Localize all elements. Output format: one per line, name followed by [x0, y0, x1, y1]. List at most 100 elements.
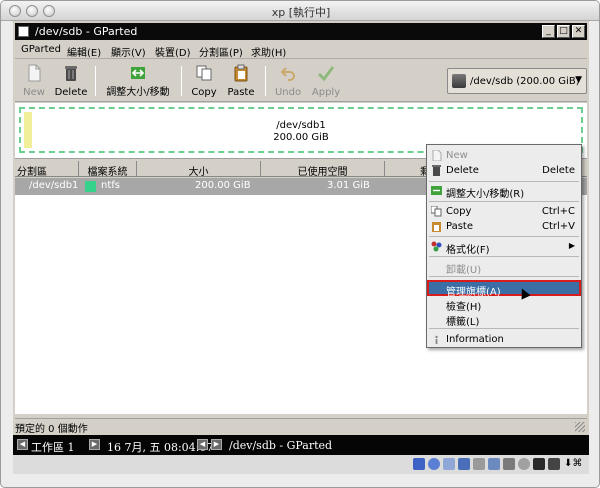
- menu-item-copy[interactable]: Copy Ctrl+C: [427, 204, 581, 219]
- resize-move-button[interactable]: 調整大小/移動: [101, 62, 175, 100]
- usb-icon[interactable]: [458, 458, 470, 470]
- hard-disk-icon[interactable]: [413, 458, 425, 470]
- toolbar-separator: [181, 66, 182, 96]
- paste-label: Paste: [227, 87, 255, 98]
- menu-item-resize-move[interactable]: 調整大小/移動(R): [427, 183, 581, 200]
- row-size: 200.00 GiB: [195, 180, 251, 191]
- window-next-icon[interactable]: ▶: [211, 439, 222, 450]
- toolbar-separator: [95, 66, 96, 96]
- menu-item-information[interactable]: Information: [427, 332, 581, 347]
- menu-item-copy-shortcut: Ctrl+C: [541, 206, 575, 217]
- menu-gparted[interactable]: GParted: [21, 44, 61, 55]
- resize-arrows-icon: [431, 186, 442, 195]
- paste-button[interactable]: Paste: [225, 62, 257, 100]
- row-filesystem: ntfs: [101, 180, 120, 191]
- menu-item-information-label: Information: [446, 334, 504, 345]
- delete-label: Delete: [54, 87, 88, 98]
- copy-button[interactable]: Copy: [189, 62, 219, 100]
- menu-separator: [429, 181, 579, 182]
- menubar: GParted 編輯(E) 顯示(V) 裝置(D) 分割區(P) 求助(H): [15, 41, 587, 59]
- resize-move-label: 調整大小/移動: [106, 87, 170, 98]
- menu-view[interactable]: 顯示(V): [111, 44, 146, 59]
- menu-separator: [429, 328, 579, 329]
- pending-operations-text: 預定的 0 個動作: [15, 424, 88, 435]
- host-key-icon: ⬇⌘: [564, 458, 583, 469]
- copy-label: Copy: [191, 87, 217, 98]
- undo-icon: [280, 67, 295, 81]
- partition-graphic-label: /dev/sdb1 200.00 GiB: [21, 120, 581, 144]
- taskbar: ◀ 工作區 1 ▶ 16 7月, 五 08:04:07 ◀ ▶ /dev/sdb…: [13, 435, 589, 455]
- window-prev-icon[interactable]: ◀: [197, 439, 208, 450]
- menu-help[interactable]: 求助(H): [251, 44, 286, 59]
- partition-graphic-name: /dev/sdb1: [276, 120, 326, 131]
- apply-label: Apply: [311, 87, 341, 98]
- copy-icon: [431, 206, 442, 217]
- column-partition[interactable]: 分割區: [15, 161, 79, 178]
- maximize-icon[interactable]: □: [557, 25, 570, 38]
- partition-graphic-size: 200.00 GiB: [273, 132, 329, 143]
- menu-item-unmount[interactable]: 卸載(U): [427, 259, 581, 276]
- mouse-integration-icon[interactable]: [548, 458, 560, 470]
- menu-separator: [429, 236, 579, 237]
- mac-window: xp [執行中] /dev/sdb - GParted _ □ ✕ GParte…: [0, 0, 600, 488]
- menu-item-format[interactable]: 格式化(F) ▶: [427, 239, 581, 256]
- gparted-title: /dev/sdb - GParted: [35, 25, 138, 38]
- info-icon: [435, 335, 438, 344]
- delete-button[interactable]: Delete: [53, 62, 89, 100]
- menu-item-paste[interactable]: Paste Ctrl+V: [427, 219, 581, 234]
- status-bar: 預定的 0 個動作: [15, 418, 587, 435]
- network-icon[interactable]: [443, 458, 455, 470]
- menu-item-paste-shortcut: Ctrl+V: [541, 221, 575, 232]
- close-icon[interactable]: ✕: [572, 25, 585, 38]
- resize-grip[interactable]: [575, 422, 585, 432]
- menu-item-delete[interactable]: Delete Delete: [427, 163, 581, 178]
- trash-icon: [432, 165, 441, 176]
- recording-icon[interactable]: [503, 458, 515, 470]
- cpu-icon[interactable]: [518, 458, 530, 470]
- partition-context-menu: New Delete Delete 調整大小/移動(R) Copy Ctrl+C…: [426, 144, 582, 348]
- menu-separator: [429, 276, 579, 277]
- menu-item-manage-flags[interactable]: 管理旗標(A): [427, 280, 581, 298]
- resize-arrows-icon: [131, 67, 145, 79]
- device-selector[interactable]: /dev/sdb (200.00 GiB) ▼: [447, 68, 587, 94]
- shared-folder-icon[interactable]: [473, 458, 485, 470]
- column-size[interactable]: 大小: [137, 161, 261, 178]
- menu-item-unmount-label: 卸載(U): [446, 265, 482, 276]
- keyboard-capture-icon[interactable]: [533, 458, 545, 470]
- menu-item-copy-label: Copy: [446, 206, 472, 217]
- menu-partition[interactable]: 分割區(P): [199, 44, 243, 59]
- menu-separator: [429, 256, 579, 257]
- row-used: 3.01 GiB: [327, 180, 370, 191]
- menu-device[interactable]: 裝置(D): [155, 44, 191, 59]
- row-partition: /dev/sdb1: [29, 180, 79, 191]
- taskbar-window[interactable]: /dev/sdb - GParted: [229, 439, 332, 452]
- new-document-icon: [28, 64, 41, 82]
- menu-item-new[interactable]: New: [427, 148, 581, 163]
- paste-icon: [234, 64, 248, 82]
- menu-item-new-label: New: [446, 150, 468, 161]
- gparted-titlebar: /dev/sdb - GParted _ □ ✕: [15, 23, 587, 40]
- column-filesystem[interactable]: 檔案系統: [79, 161, 137, 178]
- cd-drive-icon[interactable]: [428, 458, 440, 470]
- undo-button[interactable]: Undo: [273, 62, 303, 100]
- paste-icon: [432, 222, 441, 232]
- column-used[interactable]: 已使用空間: [261, 161, 385, 178]
- menu-item-label[interactable]: 標籤(L): [427, 311, 581, 328]
- menu-item-check[interactable]: 檢查(H): [427, 296, 581, 313]
- trash-icon: [65, 66, 77, 81]
- menu-item-delete-label: Delete: [446, 165, 479, 176]
- workspace-next-icon[interactable]: ▶: [89, 439, 100, 450]
- mac-titlebar: xp [執行中]: [1, 1, 599, 21]
- checkmark-icon: [317, 66, 335, 82]
- workspace-label[interactable]: 工作區 1: [31, 439, 75, 455]
- menu-edit[interactable]: 編輯(E): [67, 44, 101, 59]
- new-button[interactable]: New: [19, 62, 49, 100]
- menu-item-resize-label: 調整大小/移動(R): [446, 189, 525, 200]
- chevron-down-icon: ▼: [575, 75, 582, 85]
- minimize-icon[interactable]: _: [542, 25, 555, 38]
- mac-window-title: xp [執行中]: [271, 6, 331, 19]
- display-icon[interactable]: [488, 458, 500, 470]
- apply-button[interactable]: Apply: [309, 62, 343, 100]
- menu-separator: [429, 201, 579, 202]
- workspace-prev-icon[interactable]: ◀: [17, 439, 28, 450]
